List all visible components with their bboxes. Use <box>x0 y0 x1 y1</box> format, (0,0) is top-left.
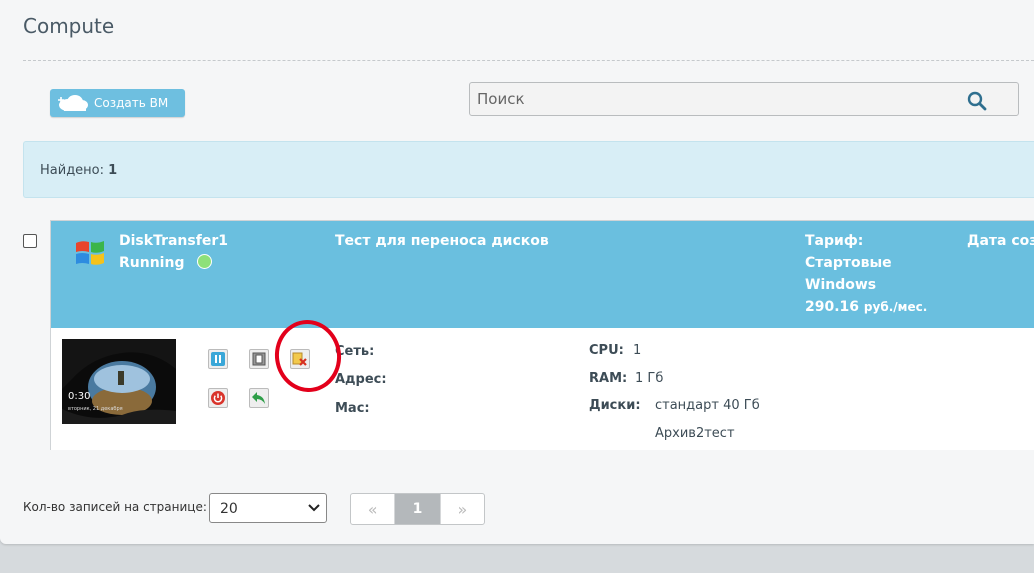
disks-label: Диски: <box>589 398 641 413</box>
vm-description: Тест для переноса дисков <box>335 233 549 249</box>
cloud-upload-icon <box>58 95 88 111</box>
per-page-select[interactable]: 20 <box>209 493 327 523</box>
power-icon <box>211 391 225 405</box>
thumbnail-time: 0:30 <box>68 391 91 402</box>
tariff-label: Тариф: <box>805 233 864 249</box>
created-date-label: Дата соз <box>967 233 1034 249</box>
pagination-next[interactable]: » <box>439 494 484 524</box>
tariff-price: 290.16 руб./мес. <box>805 296 927 318</box>
disk-item: стандарт 40 Гб <box>655 398 760 413</box>
vm-screen-thumbnail[interactable]: 0:30 вторник, 21 декабря <box>62 339 176 424</box>
console-button[interactable] <box>249 349 269 369</box>
address-label: Адрес: <box>335 372 387 387</box>
pagination-prev[interactable]: « <box>351 494 396 524</box>
create-vm-button[interactable]: Создать ВМ <box>50 89 185 117</box>
pagination: « 1 » <box>350 493 485 525</box>
page-title: Compute <box>23 14 115 38</box>
price-value: 290.16 <box>805 299 860 315</box>
reply-button[interactable] <box>249 388 269 408</box>
search-input[interactable] <box>470 83 950 115</box>
ram-label: RAM: <box>589 371 628 386</box>
cpu-label: CPU: <box>589 343 624 358</box>
pagination-page-current[interactable]: 1 <box>395 494 440 524</box>
found-label: Найдено: <box>40 163 105 178</box>
pause-button[interactable] <box>208 349 228 369</box>
vm-card-body: 0:30 вторник, 21 декабря Сеть: Адрес: Ma… <box>51 328 1034 450</box>
cpu-value: 1 <box>633 343 642 358</box>
console-icon <box>252 352 266 366</box>
disk-item: Архив2тест <box>655 426 735 441</box>
pause-icon <box>211 352 225 366</box>
title-divider <box>23 60 1034 61</box>
per-page-value: 20 <box>220 501 238 517</box>
reply-icon <box>252 392 265 404</box>
create-vm-label: Создать ВМ <box>94 96 169 110</box>
status-indicator <box>197 254 212 269</box>
chevron-down-icon <box>308 504 320 512</box>
power-button[interactable] <box>208 388 228 408</box>
vm-status: Running <box>119 255 185 271</box>
found-count: 1 <box>108 163 118 178</box>
vm-name[interactable]: DiskTransfer1 <box>119 230 228 252</box>
vm-card-header: DiskTransfer1 Running Тест для переноса … <box>51 221 1034 328</box>
results-count-text: Найдено: 1 <box>40 163 117 178</box>
vm-card: DiskTransfer1 Running Тест для переноса … <box>50 220 1034 450</box>
main-panel: Compute Создать ВМ Найдено: 1 <box>0 0 1034 544</box>
mac-label: Mac: <box>335 401 370 416</box>
search-box <box>469 82 1019 116</box>
results-info-bar: Найдено: 1 <box>23 141 1034 198</box>
tariff-name-line2: Windows <box>805 277 877 293</box>
thumbnail-date: вторник, 21 декабря <box>68 406 123 412</box>
price-unit: руб./мес. <box>863 300 928 314</box>
windows-logo-icon <box>76 241 104 265</box>
search-icon[interactable] <box>967 91 987 111</box>
ram-value: 1 Гб <box>635 371 664 386</box>
per-page-label: Кол-во записей на странице: <box>23 500 207 514</box>
vm-select-checkbox[interactable] <box>23 234 37 248</box>
tariff-name-line1: Стартовые <box>805 255 892 271</box>
